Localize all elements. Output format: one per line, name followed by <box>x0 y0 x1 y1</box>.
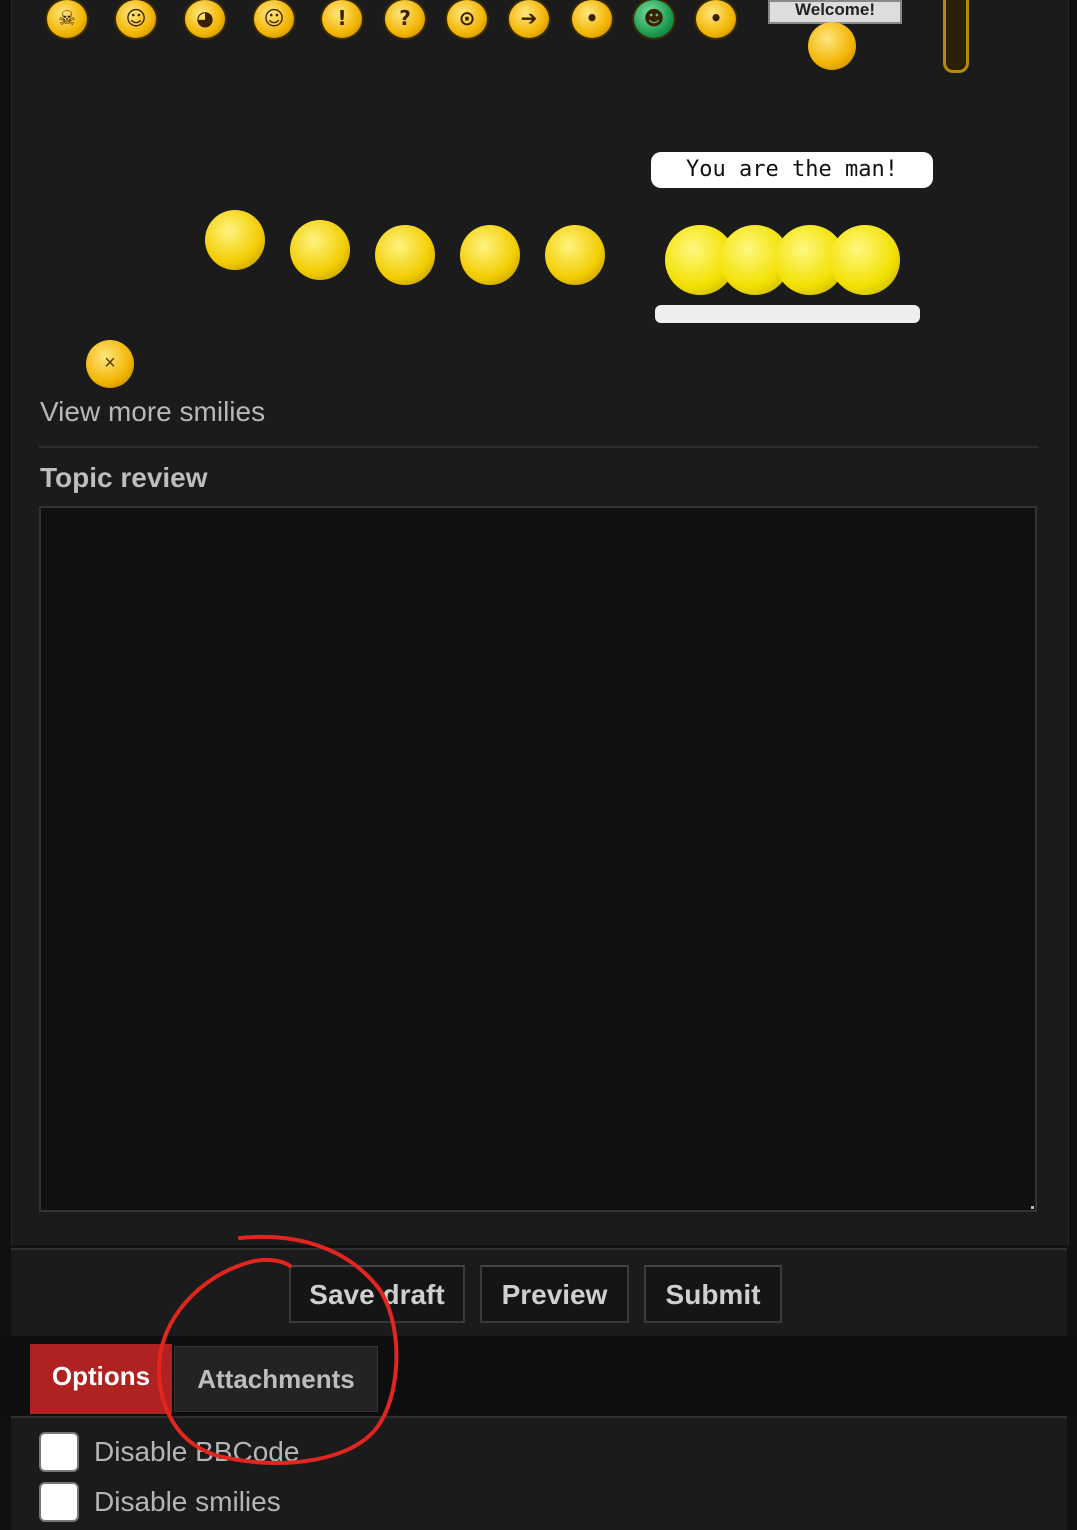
tab-attachments[interactable]: Attachments <box>174 1346 378 1412</box>
dancing-smilies-icon[interactable] <box>195 200 625 290</box>
dizzy-smiley-icon[interactable]: × <box>86 340 134 388</box>
disable-bbcode-checkbox[interactable] <box>39 1432 79 1472</box>
neutral-icon[interactable]: • <box>572 0 612 38</box>
dancer-icon <box>290 220 350 280</box>
posting-tabs: Options Attachments <box>0 1336 1077 1416</box>
thumbs-up-icon[interactable]: ☺ <box>254 0 294 38</box>
view-more-smilies-link[interactable]: View more smilies <box>40 396 265 428</box>
dancer-icon <box>460 225 520 285</box>
suspicious-icon[interactable]: • <box>696 0 736 38</box>
disable-smilies-checkbox[interactable] <box>39 1482 79 1522</box>
smilies-row: ☠ ☺ ◕ ☺ ! ? ⊙ ➔ • ☻ • Welcome! <box>0 0 1077 80</box>
topic-review-box[interactable] <box>39 506 1037 1212</box>
pole-icon[interactable] <box>943 0 969 73</box>
disable-bbcode-label: Disable BBCode <box>94 1436 300 1467</box>
rolling-eyes-icon[interactable]: ◕ <box>185 0 225 38</box>
idea-icon[interactable]: ⊙ <box>447 0 487 38</box>
thumbs-down-icon[interactable]: ☺ <box>116 0 156 38</box>
topic-review-title: Topic review <box>40 462 208 493</box>
disable-smilies-label: Disable smilies <box>94 1486 281 1517</box>
tab-options[interactable]: Options <box>30 1344 172 1414</box>
welcome-sign[interactable]: Welcome! <box>768 0 902 24</box>
angry-icon[interactable]: ☠ <box>47 0 87 38</box>
crowd-base <box>655 305 920 323</box>
question-icon[interactable]: ? <box>385 0 425 38</box>
save-draft-button[interactable]: Save draft <box>289 1265 465 1323</box>
preview-button[interactable]: Preview <box>480 1265 629 1323</box>
cheering-crowd-icon[interactable] <box>655 205 920 323</box>
divider <box>39 446 1039 448</box>
dancer-icon <box>545 225 605 285</box>
arrow-icon[interactable]: ➔ <box>509 0 549 38</box>
options-panel: Disable BBCode Disable smilies <box>11 1416 1067 1530</box>
mr-green-icon[interactable]: ☻ <box>634 0 674 38</box>
dancer-icon <box>205 210 265 270</box>
submit-button[interactable]: Submit <box>644 1265 782 1323</box>
submit-button-bar: Save draft Preview Submit <box>11 1248 1067 1338</box>
resize-handle[interactable] <box>1031 1206 1034 1209</box>
speech-bubble[interactable]: You are the man! <box>651 152 933 188</box>
welcome-smiley-icon[interactable] <box>808 22 856 70</box>
dancer-icon <box>375 225 435 285</box>
exclamation-icon[interactable]: ! <box>322 0 362 38</box>
cheering-smiley-icon <box>830 225 900 295</box>
